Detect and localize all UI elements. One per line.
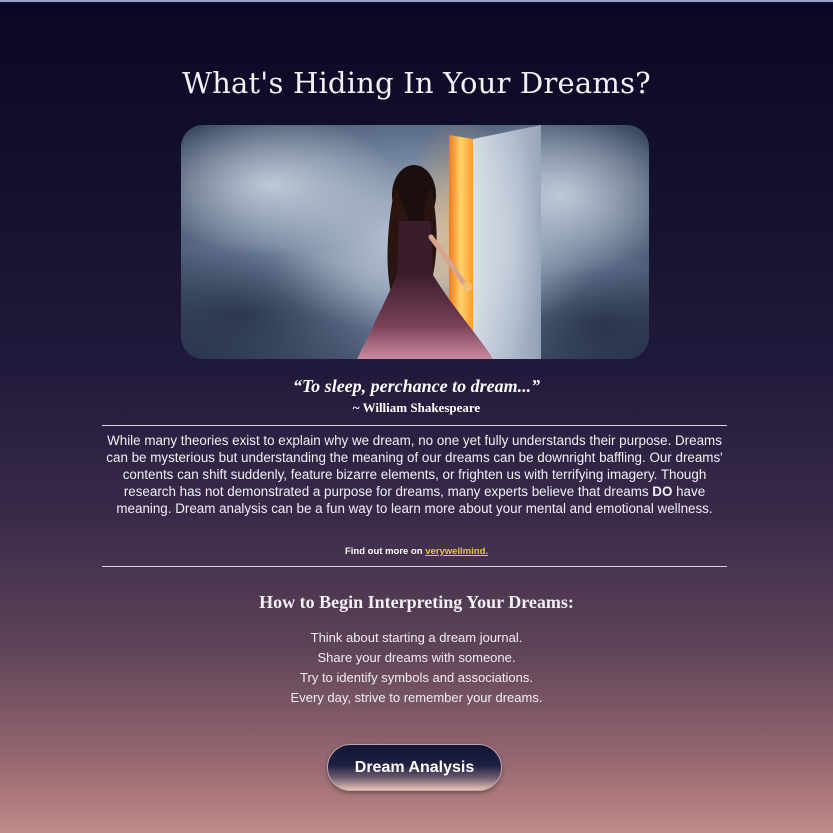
source-note: Find out more on verywellmind. [0, 546, 833, 557]
dream-analysis-button[interactable]: Dream Analysis [327, 744, 502, 791]
quote-attribution: ~ William Shakespeare [352, 400, 481, 415]
divider-bottom [102, 566, 727, 567]
source-link[interactable]: verywellmind. [425, 546, 488, 557]
intro-paragraph: While many theories exist to explain why… [102, 432, 727, 517]
intro-text-part1: While many theories exist to explain why… [106, 433, 723, 499]
tip-item: Every day, strive to remember your dream… [290, 690, 543, 705]
quote-text: “To sleep, perchance to dream...” [292, 376, 541, 396]
divider-top [102, 425, 727, 426]
tip-item: Think about starting a dream journal. [310, 630, 523, 645]
intro-emphasis: DO [652, 484, 673, 499]
hero-image [181, 125, 649, 359]
source-prefix: Find out more on [344, 546, 426, 557]
tips-list: Think about starting a dream journal. Sh… [0, 628, 833, 708]
tips-heading: How to Begin Interpreting Your Dreams: [259, 592, 574, 612]
tip-item: Try to identify symbols and associations… [300, 670, 533, 685]
top-border [0, 0, 833, 2]
page-title: What's Hiding In Your Dreams? [182, 66, 651, 100]
tip-item: Share your dreams with someone. [317, 650, 516, 665]
